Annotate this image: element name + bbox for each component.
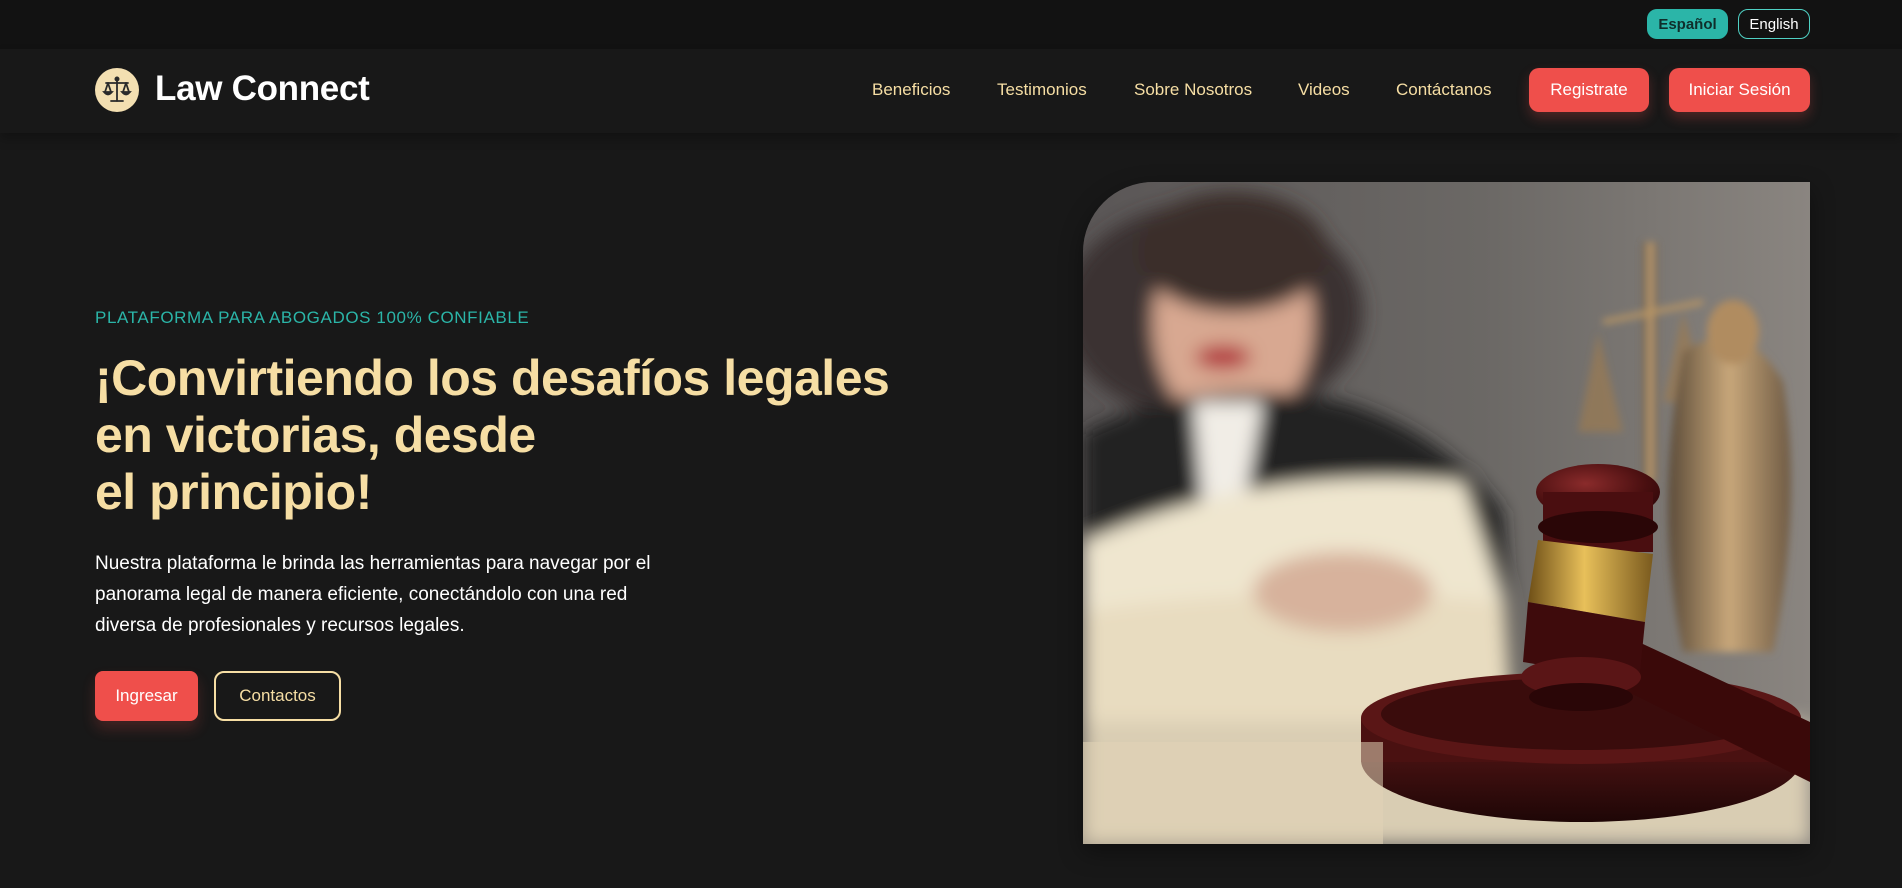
- contactos-button[interactable]: Contactos: [214, 671, 341, 721]
- language-english-button[interactable]: English: [1738, 9, 1810, 39]
- main-navbar: Law Connect Beneficios Testimonios Sobre…: [0, 49, 1902, 133]
- hero-description-line: Nuestra plataforma le brinda las herrami…: [95, 553, 651, 574]
- language-bar: Español English: [0, 0, 1902, 49]
- ingresar-button[interactable]: Ingresar: [95, 671, 198, 721]
- nav-link-sobre-nosotros[interactable]: Sobre Nosotros: [1134, 80, 1252, 100]
- hero-description-line: panorama legal de manera eficiente, cone…: [95, 584, 628, 605]
- nav-link-videos[interactable]: Videos: [1298, 80, 1350, 100]
- hero-headline-line: el principio!: [95, 464, 372, 520]
- hero-description-line: diversa de profesionales y recursos lega…: [95, 615, 465, 636]
- hero-headline: ¡Convirtiendo los desafíos legales en vi…: [95, 350, 925, 521]
- scales-of-justice-icon[interactable]: [95, 68, 139, 112]
- nav-link-beneficios[interactable]: Beneficios: [872, 80, 950, 100]
- hero-headline-line: ¡Convirtiendo los desafíos legales: [95, 350, 890, 406]
- language-spanish-button[interactable]: Español: [1647, 9, 1728, 39]
- hero-image: [1083, 182, 1810, 844]
- login-button[interactable]: Iniciar Sesión: [1669, 68, 1810, 112]
- hero-headline-line: en victorias, desde: [95, 407, 536, 463]
- register-button[interactable]: Registrate: [1529, 68, 1649, 112]
- nav-link-contactanos[interactable]: Contáctanos: [1396, 80, 1491, 100]
- nav-link-testimonios[interactable]: Testimonios: [997, 80, 1087, 100]
- hero-description: Nuestra plataforma le brinda las herrami…: [95, 548, 675, 641]
- brand-name[interactable]: Law Connect: [155, 69, 370, 109]
- hero-eyebrow: PLATAFORMA PARA ABOGADOS 100% CONFIABLE: [95, 308, 530, 327]
